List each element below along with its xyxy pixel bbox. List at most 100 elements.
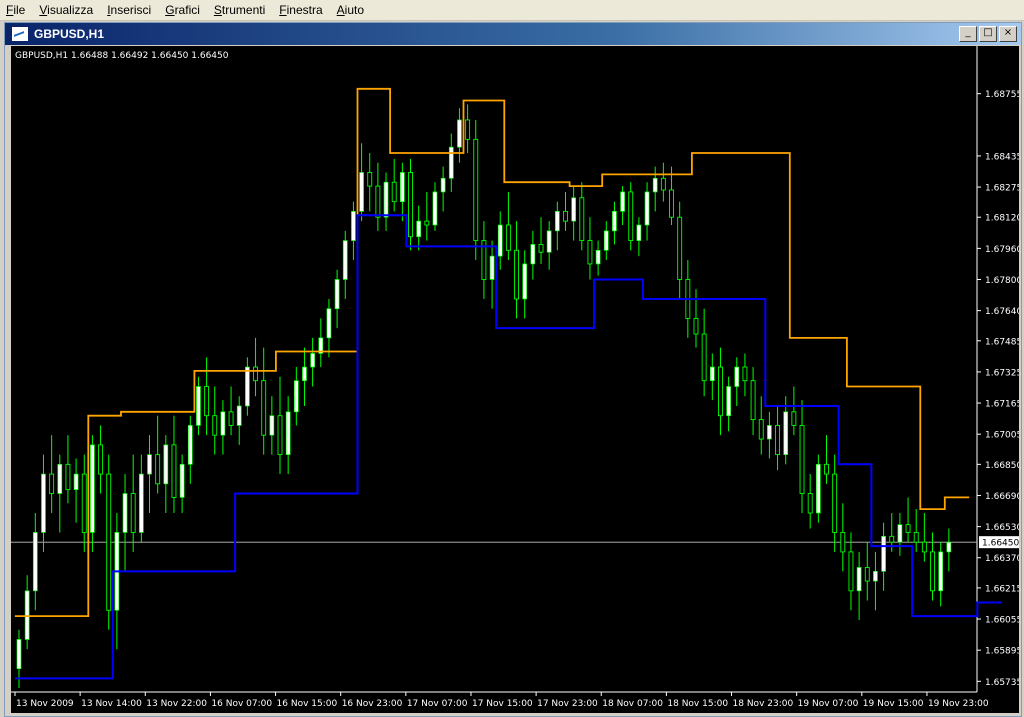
candle-body-bear	[277, 415, 283, 456]
candle-body-bear	[65, 463, 71, 491]
window-titlebar[interactable]: GBPUSD,H1 _ □ ×	[5, 23, 1021, 45]
candle-body-bear	[628, 191, 634, 242]
candle-body-bull	[636, 224, 642, 241]
candle-body-bear	[824, 463, 829, 475]
x-tick-label: 16 Nov 15:00	[277, 699, 338, 709]
candle-body-bull	[440, 177, 446, 193]
candle-body-bull	[310, 353, 315, 368]
menu-grafici[interactable]: Grafici	[159, 0, 208, 20]
candle-body-bear	[204, 386, 210, 417]
y-tick-label: 1.66215	[985, 584, 1019, 594]
candle-body-bull	[220, 411, 226, 436]
candle-body-bull	[457, 119, 462, 148]
y-tick-label: 1.65895	[985, 647, 1019, 657]
candle-body-bull	[400, 172, 405, 203]
candle-body-bull	[522, 263, 528, 300]
candle-body-bull	[147, 454, 152, 475]
x-tick-label: 17 Nov 23:00	[537, 699, 598, 709]
candle-body-bull	[41, 473, 46, 533]
y-tick-label: 1.67640	[985, 307, 1019, 317]
window-controls: _ □ ×	[959, 26, 1017, 42]
menu-aiuto[interactable]: Aiuto	[331, 0, 372, 20]
candle-body-bear	[155, 454, 161, 485]
menu-inserisci[interactable]: Inserisci	[101, 0, 159, 20]
y-tick-label: 1.67165	[985, 400, 1019, 410]
candle-body-bull	[269, 415, 275, 436]
candle-body-bull	[709, 366, 715, 382]
y-tick-label: 1.67485	[985, 337, 1019, 347]
candle-body-bear	[465, 119, 471, 140]
x-tick-label: 16 Nov 23:00	[342, 699, 403, 709]
lower-channel-line	[14, 214, 1002, 680]
x-tick-label: 18 Nov 07:00	[602, 699, 663, 709]
y-tick-label: 1.67325	[985, 368, 1019, 378]
y-tick-label: 1.68275	[985, 184, 1019, 194]
candle-body-bear	[228, 411, 234, 426]
candle-body-bear	[660, 177, 666, 191]
candle-body-bear	[930, 551, 935, 592]
candle-body-bull	[554, 211, 560, 232]
candle-body-bear	[669, 189, 674, 218]
candle-body-bull	[24, 590, 30, 640]
close-button[interactable]: ×	[999, 26, 1017, 42]
y-tick-label: 1.68755	[985, 90, 1019, 100]
candle-body-bear	[367, 172, 373, 187]
candle-body-bear	[677, 216, 683, 280]
candle-body-bull	[32, 532, 38, 592]
candle-body-bull	[734, 366, 740, 387]
candle-body-bull	[652, 177, 658, 193]
candle-body-bull	[489, 255, 495, 280]
candle-body-bull	[603, 230, 609, 251]
candle-body-bear	[375, 185, 381, 218]
candle-body-bear	[253, 366, 258, 382]
candle-body-bull	[236, 405, 242, 426]
candle-body-bull	[342, 240, 348, 280]
y-tick-label: 1.66690	[985, 492, 1019, 502]
current-price-label: 1.66450	[982, 539, 1019, 549]
candle-body-bear	[538, 244, 544, 253]
menu-finestra[interactable]: Finestra	[273, 0, 330, 20]
candle-body-bear	[742, 366, 748, 382]
candle-body-bear	[212, 415, 218, 436]
candle-body-bull	[644, 191, 650, 226]
candle-body-bull	[163, 444, 169, 485]
minimize-button[interactable]: _	[959, 26, 977, 42]
candle-body-bear	[718, 366, 723, 417]
candle-body-bear	[921, 541, 927, 553]
menu-strumenti[interactable]: Strumenti	[208, 0, 273, 20]
candle-body-bull	[351, 211, 356, 241]
candle-body-bull	[881, 535, 886, 572]
candle-body-bear	[408, 172, 413, 238]
y-tick-label: 1.68435	[985, 152, 1019, 162]
x-tick-label: 17 Nov 07:00	[407, 699, 468, 709]
menu-bar: File Visualizza Inserisci Grafici Strumenti F…	[0, 0, 1024, 21]
candle-body-bull	[726, 386, 731, 417]
menu-visualizza[interactable]: Visualizza	[33, 0, 101, 20]
x-tick-label: 19 Nov 23:00	[928, 699, 989, 709]
x-tick-label: 18 Nov 15:00	[667, 699, 728, 709]
candle-body-bull	[16, 639, 22, 670]
candle-body-bear	[49, 473, 55, 494]
candle-body-bull	[546, 230, 552, 253]
candle-body-bull	[57, 463, 63, 494]
candle-body-bear	[261, 380, 267, 436]
candle-body-bull	[179, 463, 185, 498]
candle-body-bull	[326, 308, 332, 339]
candle-body-bull	[138, 473, 144, 533]
candle-body-bull	[245, 366, 250, 407]
candle-body-bull	[196, 386, 201, 426]
candle-body-bear	[391, 181, 397, 203]
price-chart[interactable]: 1.68755 1.68435 1.68275 1.68120 1.67960 1.678…	[11, 46, 1019, 713]
x-tick-label: 16 Nov 07:00	[211, 699, 272, 709]
y-tick-label: 1.65735	[985, 678, 1019, 688]
maximize-button[interactable]: □	[979, 26, 997, 42]
candle-body-bear	[807, 493, 813, 514]
menu-file[interactable]: File	[0, 0, 33, 20]
candle-body-bull	[767, 425, 772, 440]
y-tick-label: 1.67960	[985, 245, 1019, 255]
candle-body-bull	[946, 541, 952, 553]
x-tick-label: 17 Nov 15:00	[472, 699, 533, 709]
candle-body-bear	[579, 197, 585, 242]
chart-area[interactable]: 1.68755 1.68435 1.68275 1.68120 1.67960 1.678…	[11, 46, 1019, 713]
x-tick-label: 18 Nov 23:00	[733, 699, 794, 709]
